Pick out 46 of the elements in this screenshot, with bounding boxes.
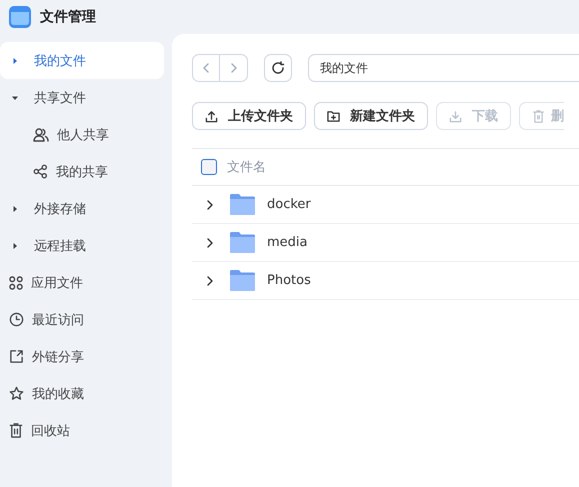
path-field[interactable]: 我的文件 [308, 54, 579, 82]
sidebar-item[interactable]: 我的文件 [0, 42, 164, 79]
clock-icon [9, 312, 24, 327]
chevron-left-icon [203, 63, 209, 73]
column-header: 文件名 [227, 159, 266, 176]
chevron-right-icon[interactable] [207, 238, 213, 248]
app-title: 文件管理 [40, 8, 96, 26]
sidebar-item[interactable]: 我的收藏 [0, 375, 164, 412]
caret-down-icon[interactable] [12, 94, 18, 100]
caret-right-icon[interactable] [12, 206, 18, 212]
file-name: Photos [267, 273, 311, 288]
download-icon [449, 110, 462, 122]
upload-icon [205, 110, 218, 122]
sidebar-item[interactable]: 他人共享 [0, 116, 164, 153]
sidebar-item[interactable]: 远程挂载 [0, 227, 164, 264]
chevron-right-icon[interactable] [207, 276, 213, 286]
share-out-icon [9, 349, 24, 364]
sidebar-item[interactable]: 我的共享 [0, 153, 164, 190]
caret-right-icon[interactable] [12, 58, 18, 64]
toolbar-button[interactable]: 上传文件夹 [192, 102, 306, 130]
share-icon [33, 164, 48, 179]
chevron-right-icon[interactable] [207, 200, 213, 210]
folder-icon [230, 270, 255, 291]
refresh-icon [271, 61, 285, 75]
app-logo-icon [9, 6, 31, 28]
sidebar-item[interactable]: 外接存储 [0, 190, 164, 227]
file-name: media [267, 235, 308, 250]
sidebar-item[interactable]: 最近访问 [0, 301, 164, 338]
folder-plus-icon [327, 110, 340, 122]
toolbar-button[interactable]: 新建文件夹 [314, 102, 428, 130]
folder-icon [230, 194, 255, 215]
trash-icon [9, 423, 23, 438]
sidebar-item[interactable]: 共享文件 [0, 79, 164, 116]
grid-icon [9, 276, 23, 290]
sidebar-item[interactable]: 外链分享 [0, 338, 164, 375]
file-name: docker [267, 197, 311, 212]
refresh-button[interactable] [264, 54, 292, 82]
sidebar-item[interactable]: 应用文件 [0, 264, 164, 301]
chevron-right-icon [230, 63, 236, 73]
caret-right-icon[interactable] [12, 242, 18, 248]
folder-icon [230, 232, 255, 253]
trash-icon [532, 110, 545, 122]
users-icon [33, 126, 49, 142]
star-icon [9, 386, 24, 401]
select-all-checkbox[interactable] [201, 159, 217, 175]
sidebar-item[interactable]: 回收站 [0, 412, 164, 449]
